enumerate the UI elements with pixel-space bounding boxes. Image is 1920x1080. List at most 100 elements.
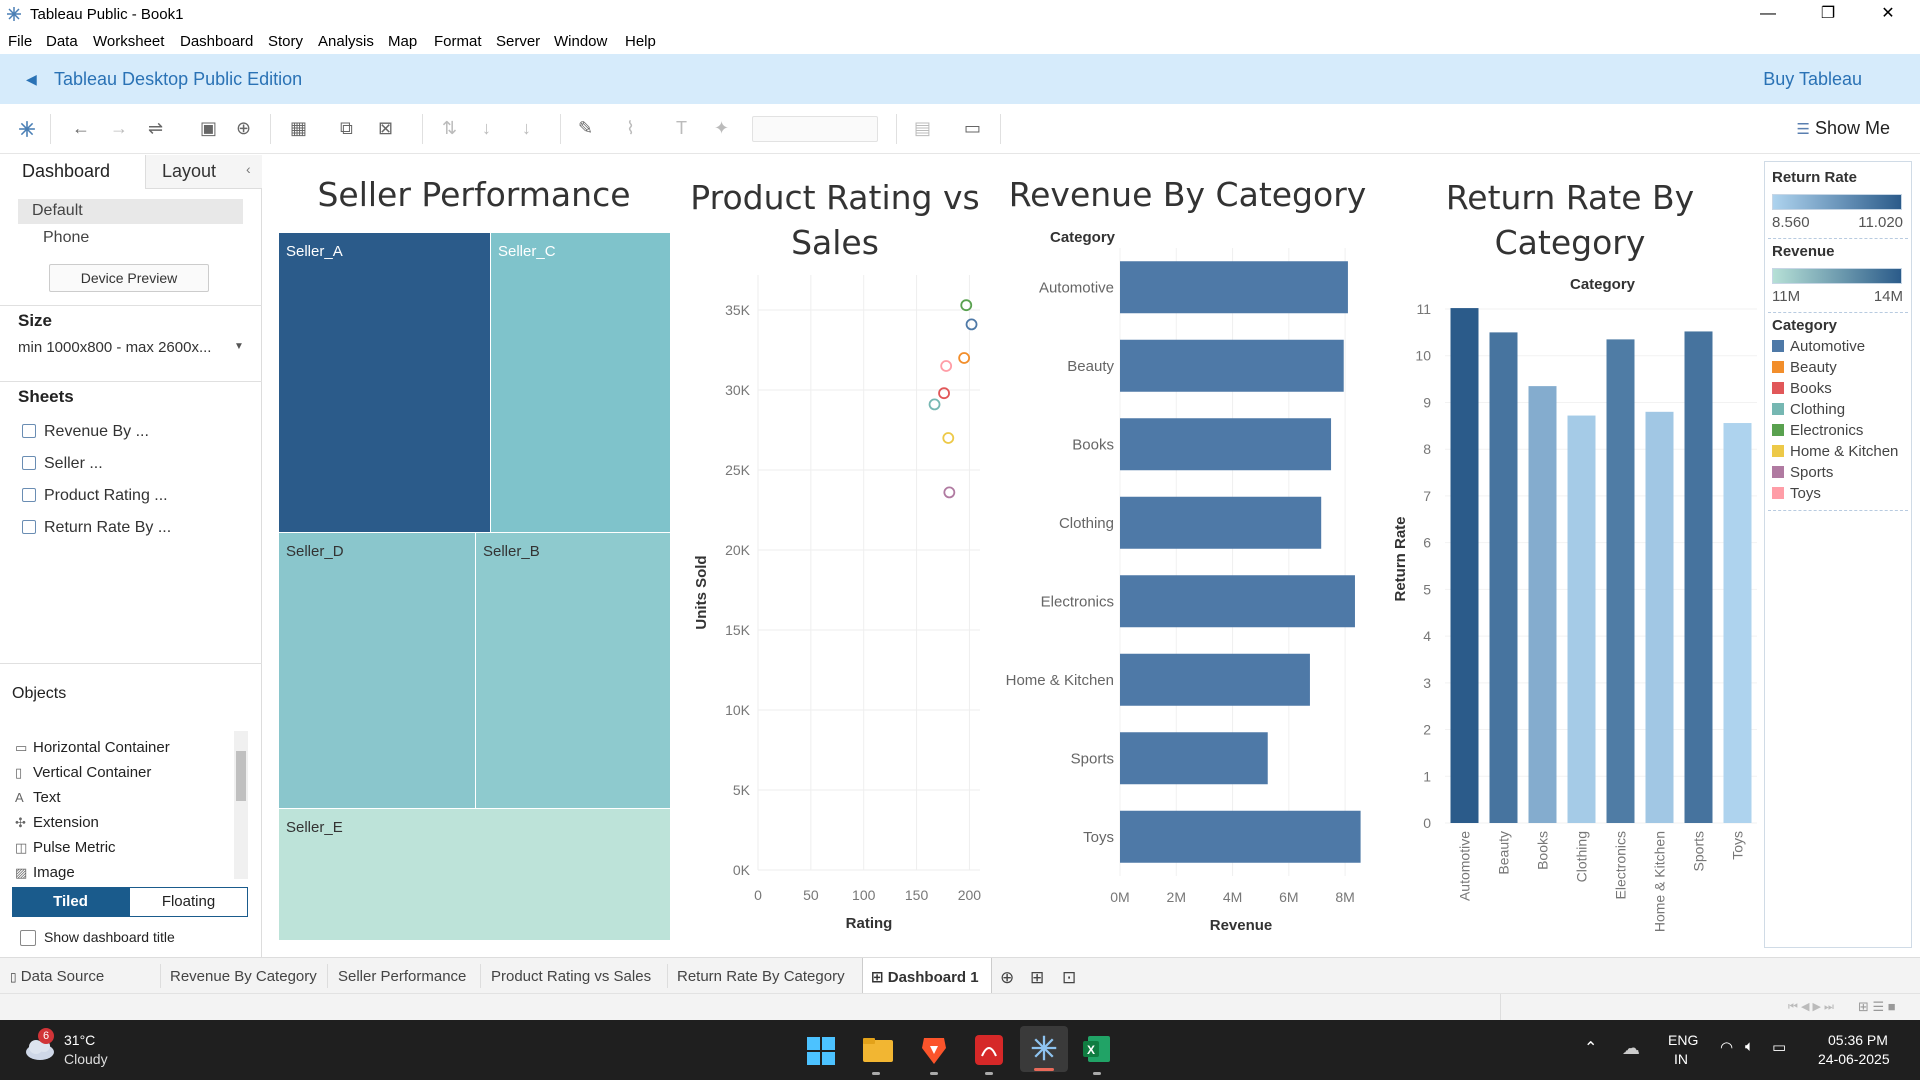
show-me-button[interactable]: ☰ Show Me: [1796, 118, 1890, 139]
legend-return-rate-gradient[interactable]: [1772, 194, 1902, 210]
menu-worksheet[interactable]: Worksheet: [93, 33, 164, 50]
return-bar-toys[interactable]: [1723, 423, 1752, 823]
object-extension[interactable]: ✣ Extension: [15, 814, 99, 831]
start-button[interactable]: [806, 1036, 836, 1066]
legend-item-home-kitchen[interactable]: Home & Kitchen: [1772, 443, 1898, 463]
buy-tableau-link[interactable]: Buy Tableau: [1763, 69, 1862, 90]
menu-analysis[interactable]: Analysis: [318, 33, 374, 50]
menu-story[interactable]: Story: [268, 33, 303, 50]
scatter-point-beauty[interactable]: [958, 352, 971, 364]
grid-view-icon[interactable]: ⊞ ☰ ■: [1858, 999, 1896, 1015]
language-indicator-l2[interactable]: IN: [1674, 1051, 1688, 1067]
labels-icon[interactable]: T: [676, 118, 687, 139]
objects-scrollbar[interactable]: [234, 731, 248, 879]
object-vertical-container[interactable]: ▯ Vertical Container: [15, 764, 151, 781]
legend-item-sports[interactable]: Sports: [1772, 464, 1833, 484]
scatter-point-toys[interactable]: [940, 360, 953, 372]
revenue-bar-clothing[interactable]: [1120, 496, 1322, 549]
return-bar-electronics[interactable]: [1606, 339, 1635, 823]
menu-data[interactable]: Data: [46, 33, 78, 50]
scatter-point-home-kitchen[interactable]: [942, 432, 955, 444]
floating-button[interactable]: Floating: [129, 887, 248, 917]
scatter-point-clothing[interactable]: [928, 398, 941, 411]
sort-asc-icon[interactable]: ↓: [482, 118, 491, 139]
nav-arrows-icon[interactable]: ⏮ ◀ ▶ ⏭: [1788, 1000, 1834, 1014]
presentation-icon[interactable]: ▭: [964, 118, 981, 139]
sort-desc-icon[interactable]: ↓: [522, 118, 531, 139]
tab-dashboard[interactable]: Dashboard: [0, 155, 145, 189]
tab-seller-performance[interactable]: Seller Performance: [338, 968, 466, 985]
battery-icon[interactable]: ▭: [1772, 1038, 1786, 1056]
new-story-icon[interactable]: ⊡: [1062, 968, 1076, 988]
pin-icon[interactable]: ✦: [714, 118, 729, 139]
menu-file[interactable]: File: [8, 33, 32, 50]
return-bar-beauty[interactable]: [1489, 332, 1518, 823]
return-bar-sports[interactable]: [1684, 331, 1713, 823]
object-image[interactable]: ▨ Image: [15, 864, 75, 881]
device-preview-button[interactable]: Device Preview: [49, 264, 209, 292]
undo-icon[interactable]: ←: [72, 118, 90, 139]
sheet-item-product-rating[interactable]: Product Rating ...: [22, 487, 168, 505]
legend-revenue-gradient[interactable]: [1772, 268, 1902, 284]
collapse-pane-icon[interactable]: ‹: [246, 161, 251, 177]
brave-browser-icon[interactable]: [920, 1034, 948, 1066]
treemap-cell-seller-b[interactable]: Seller_B: [476, 533, 670, 809]
excel-icon[interactable]: X: [1082, 1034, 1112, 1064]
menu-dashboard[interactable]: Dashboard: [180, 33, 253, 50]
new-sheet-icon[interactable]: ▦: [290, 118, 307, 139]
group-icon[interactable]: ⌇: [626, 118, 635, 139]
revenue-bar-sports[interactable]: [1120, 732, 1268, 785]
legend-item-automotive[interactable]: Automotive: [1772, 338, 1865, 358]
return-bar-automotive[interactable]: [1450, 308, 1479, 823]
sheet-item-return-rate[interactable]: Return Rate By ...: [22, 519, 171, 537]
fit-dropdown[interactable]: [752, 116, 878, 142]
onedrive-icon[interactable]: ☁: [1622, 1038, 1640, 1059]
new-dashboard-icon[interactable]: ⊞: [1030, 968, 1044, 988]
seller-treemap[interactable]: Seller_A Seller_C Seller_D Seller_B Sell…: [279, 233, 670, 940]
revenue-bar-home-kitchen[interactable]: [1120, 653, 1310, 706]
scatter-point-sports[interactable]: [943, 486, 956, 499]
clear-sheet-icon[interactable]: ⊠: [378, 118, 393, 139]
return-rate-bar-chart[interactable]: 0 1 2 3 4 5 6 7 8 9 10 11 Automotive Beauty Books Cloth…: [1385, 295, 1760, 945]
tiled-button[interactable]: Tiled: [12, 887, 129, 917]
highlight-icon[interactable]: ✎: [578, 118, 593, 139]
clock-date[interactable]: 24-06-2025: [1818, 1051, 1890, 1067]
clock-time[interactable]: 05:36 PM: [1828, 1032, 1888, 1048]
new-data-source-icon[interactable]: ⊕: [236, 118, 251, 139]
device-default[interactable]: Default: [18, 199, 243, 224]
show-title-checkbox[interactable]: [20, 930, 36, 946]
scatter-point-automotive[interactable]: [965, 318, 978, 331]
tray-chevron-up-icon[interactable]: ⌃: [1584, 1038, 1597, 1058]
save-icon[interactable]: ▣: [200, 118, 217, 139]
tab-data-source[interactable]: ▯ Data Source: [10, 968, 104, 985]
duplicate-icon[interactable]: ⧉: [340, 118, 353, 139]
weather-widget[interactable]: 6: [22, 1028, 58, 1060]
acrobat-reader-icon[interactable]: [974, 1034, 1004, 1066]
tab-dashboard-1[interactable]: ⊞ Dashboard 1: [862, 958, 992, 993]
tableau-taskbar-icon[interactable]: [1020, 1026, 1068, 1072]
treemap-cell-seller-e[interactable]: Seller_E: [279, 809, 670, 940]
swap-icon[interactable]: ⇅: [442, 118, 457, 139]
file-explorer-icon[interactable]: [862, 1036, 894, 1064]
menu-help[interactable]: Help: [625, 33, 656, 50]
tab-layout[interactable]: Layout ‹: [145, 155, 262, 189]
sheet-item-revenue[interactable]: Revenue By ...: [22, 423, 149, 441]
tableau-home-icon[interactable]: [18, 120, 36, 138]
revenue-bar-automotive[interactable]: [1120, 261, 1348, 314]
redo-icon[interactable]: →: [110, 118, 128, 139]
revenue-bar-chart[interactable]: 0M 2M 4M 6M 8M Automotive Beauty Books Clothing E…: [990, 248, 1370, 945]
sheet-item-seller[interactable]: Seller ...: [22, 455, 103, 473]
minimize-button[interactable]: —: [1740, 0, 1796, 28]
object-text[interactable]: A Text: [15, 789, 61, 806]
object-pulse-metric[interactable]: ◫ Pulse Metric: [15, 839, 116, 856]
return-bar-clothing[interactable]: [1567, 415, 1596, 823]
return-bar-books[interactable]: [1528, 386, 1557, 823]
legend-item-beauty[interactable]: Beauty: [1772, 359, 1837, 379]
revenue-bar-electronics[interactable]: [1120, 575, 1355, 628]
revenue-bar-toys[interactable]: [1120, 810, 1361, 863]
device-phone[interactable]: Phone: [43, 229, 89, 247]
scatter-chart[interactable]: 0K 5K 10K 15K 20K 25K 30K 35K 0 50 100 150 200 Rating…: [680, 265, 1000, 945]
restore-button[interactable]: ❐: [1800, 0, 1856, 28]
replay-icon[interactable]: ⇌: [148, 118, 163, 139]
treemap-cell-seller-a[interactable]: Seller_A: [279, 233, 491, 533]
